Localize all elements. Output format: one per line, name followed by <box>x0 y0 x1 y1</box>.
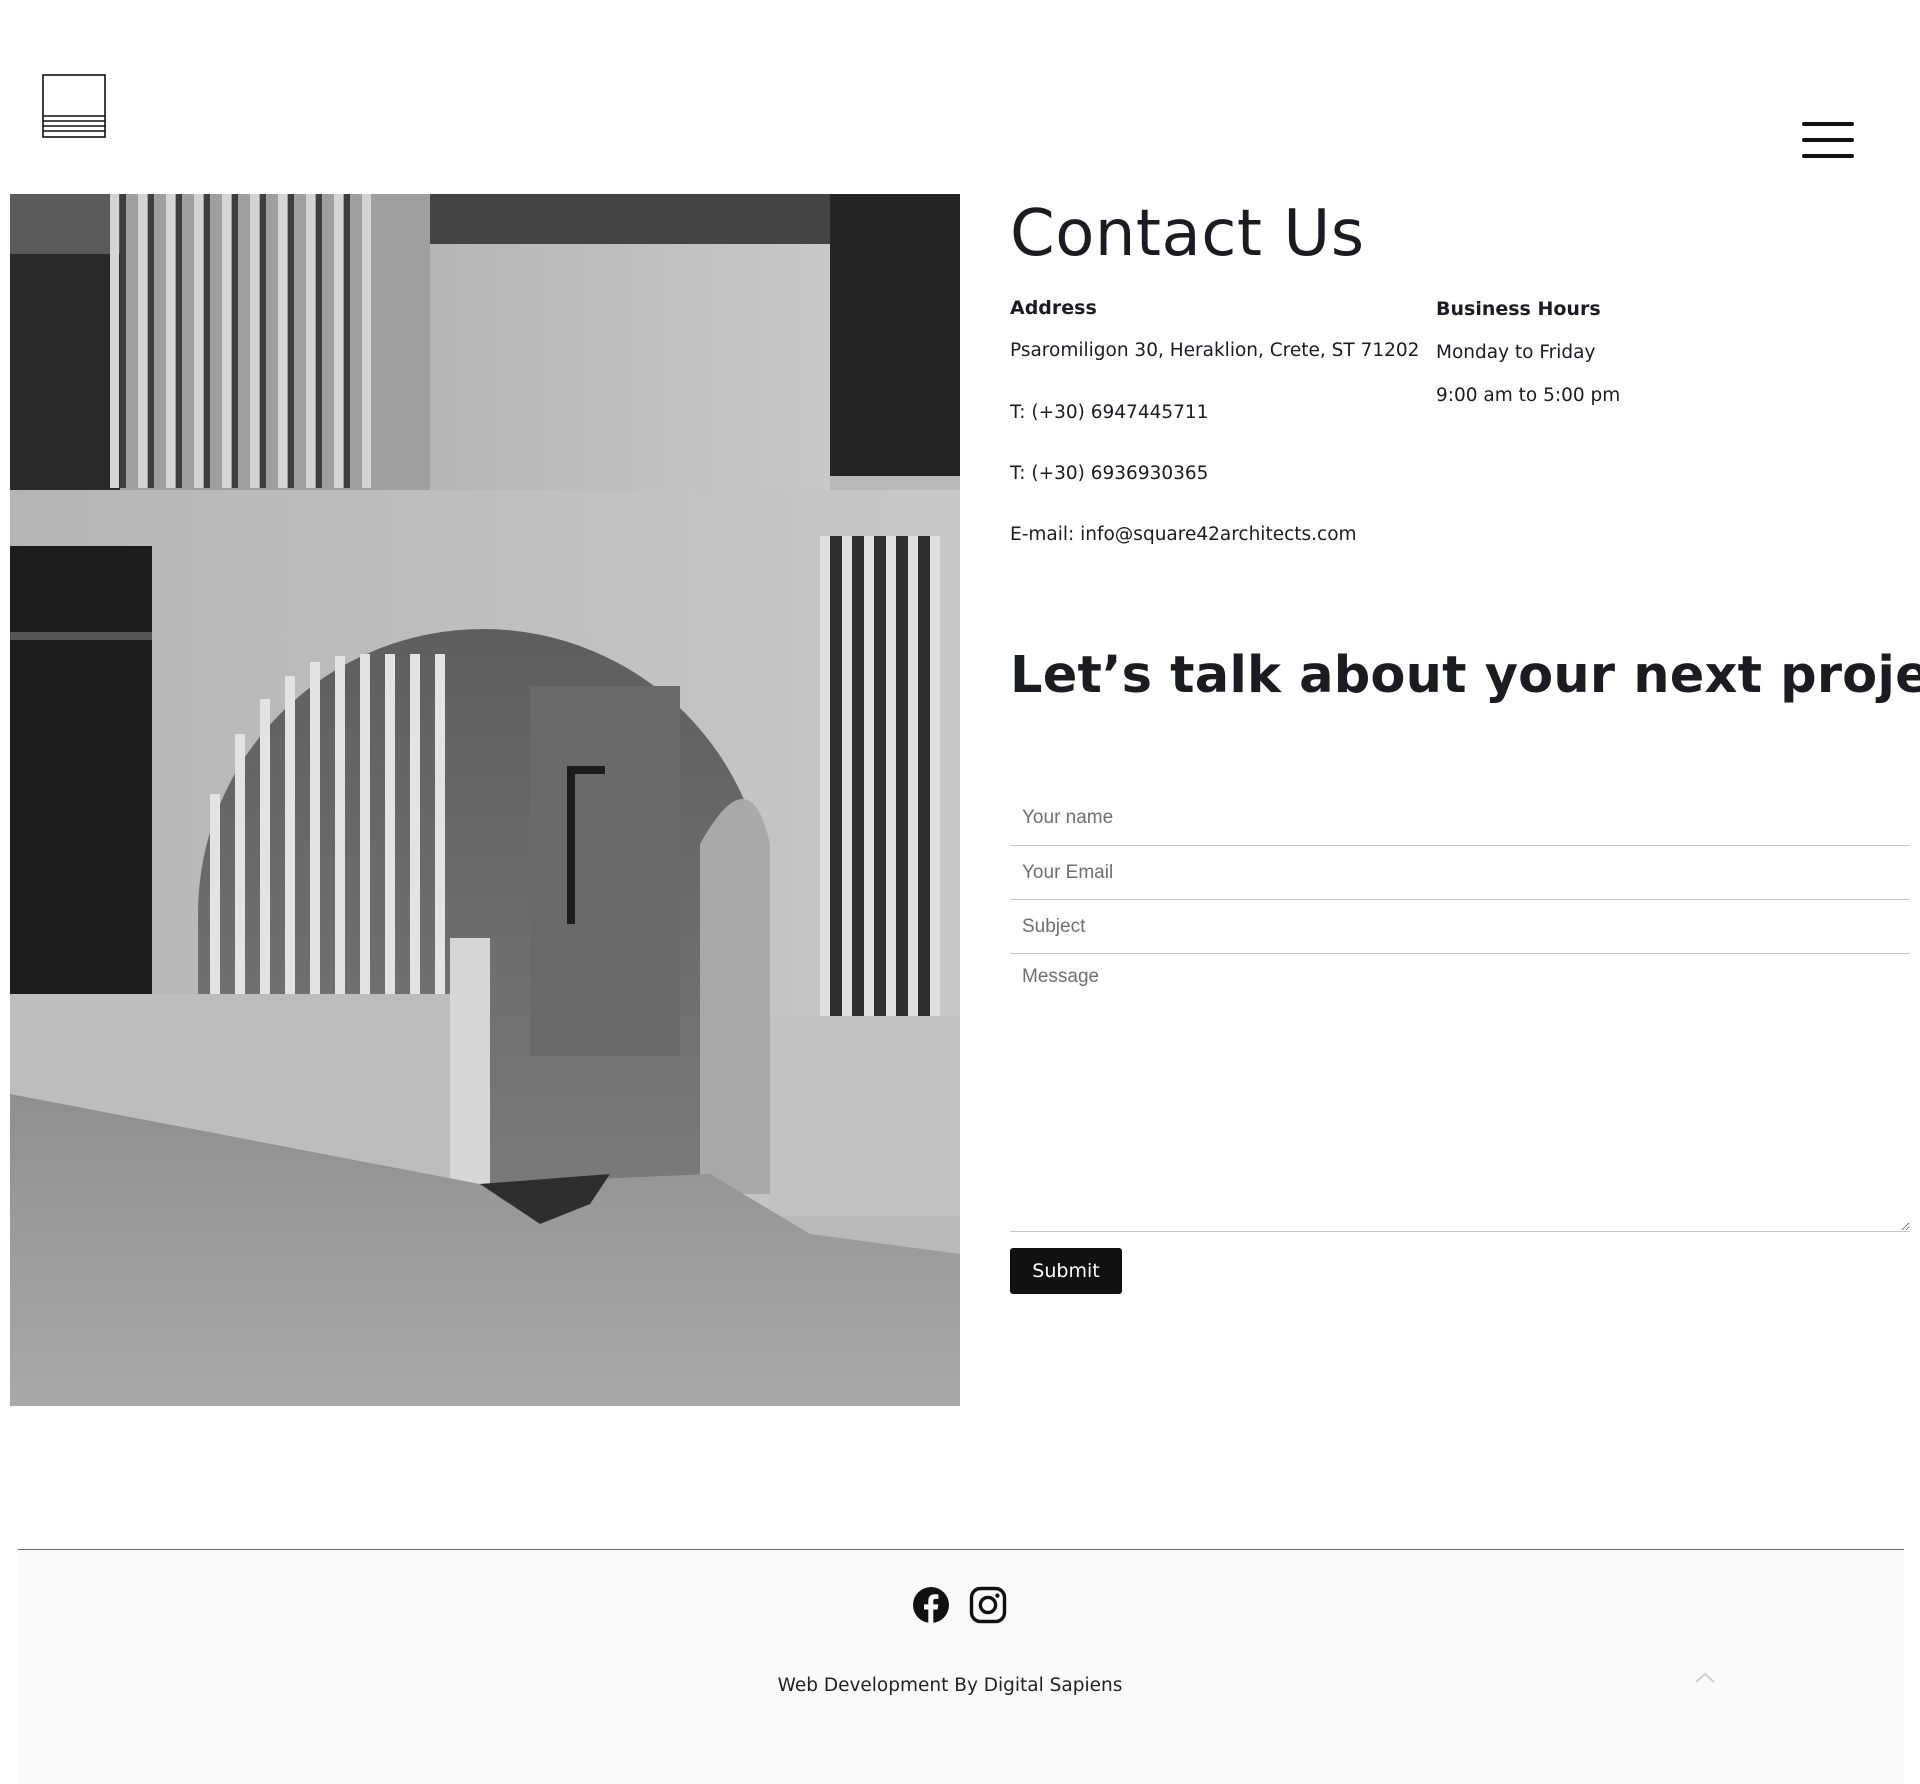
address-heading-text: Address <box>1010 297 1097 319</box>
square-striped-logo-icon <box>42 74 106 138</box>
submit-button[interactable]: Submit <box>1010 1248 1122 1294</box>
subject-field[interactable] <box>1010 900 1910 954</box>
architecture-photo <box>10 194 960 1406</box>
message-field[interactable] <box>1010 956 1910 1232</box>
footer: Web Development By Digital Sapiens <box>18 1549 1904 1784</box>
business-hours-time: 9:00 am to 5:00 pm <box>1436 385 1621 406</box>
phone-1: T: (+30) 6947445711 <box>1010 402 1209 423</box>
facebook-icon[interactable] <box>912 1586 950 1624</box>
address-text: Psaromiligon 30, Heraklion, Crete, ST 71… <box>1010 340 1420 361</box>
chevron-up-icon[interactable] <box>1690 1665 1720 1689</box>
instagram-icon[interactable] <box>969 1586 1007 1624</box>
footer-credit: Web Development By Digital Sapiens <box>777 1675 1123 1696</box>
phone-2: T: (+30) 6936930365 <box>1010 463 1209 484</box>
business-hours-days: Monday to Friday <box>1436 342 1596 363</box>
page-title: Contact Us <box>1010 197 1365 271</box>
business-hours-heading: Business Hours <box>1436 298 1601 321</box>
email-field[interactable] <box>1010 846 1910 900</box>
email-link[interactable]: E-mail: info@square42architects.com <box>1010 523 1357 546</box>
name-field[interactable] <box>1010 791 1910 846</box>
hamburger-menu-icon[interactable] <box>1800 118 1856 162</box>
form-headline: Let’s talk about your next project <box>1010 646 1920 705</box>
address-heading: Address <box>1010 297 1097 320</box>
business-hours-heading-text: Business Hours <box>1436 298 1601 320</box>
logo[interactable] <box>42 74 106 138</box>
